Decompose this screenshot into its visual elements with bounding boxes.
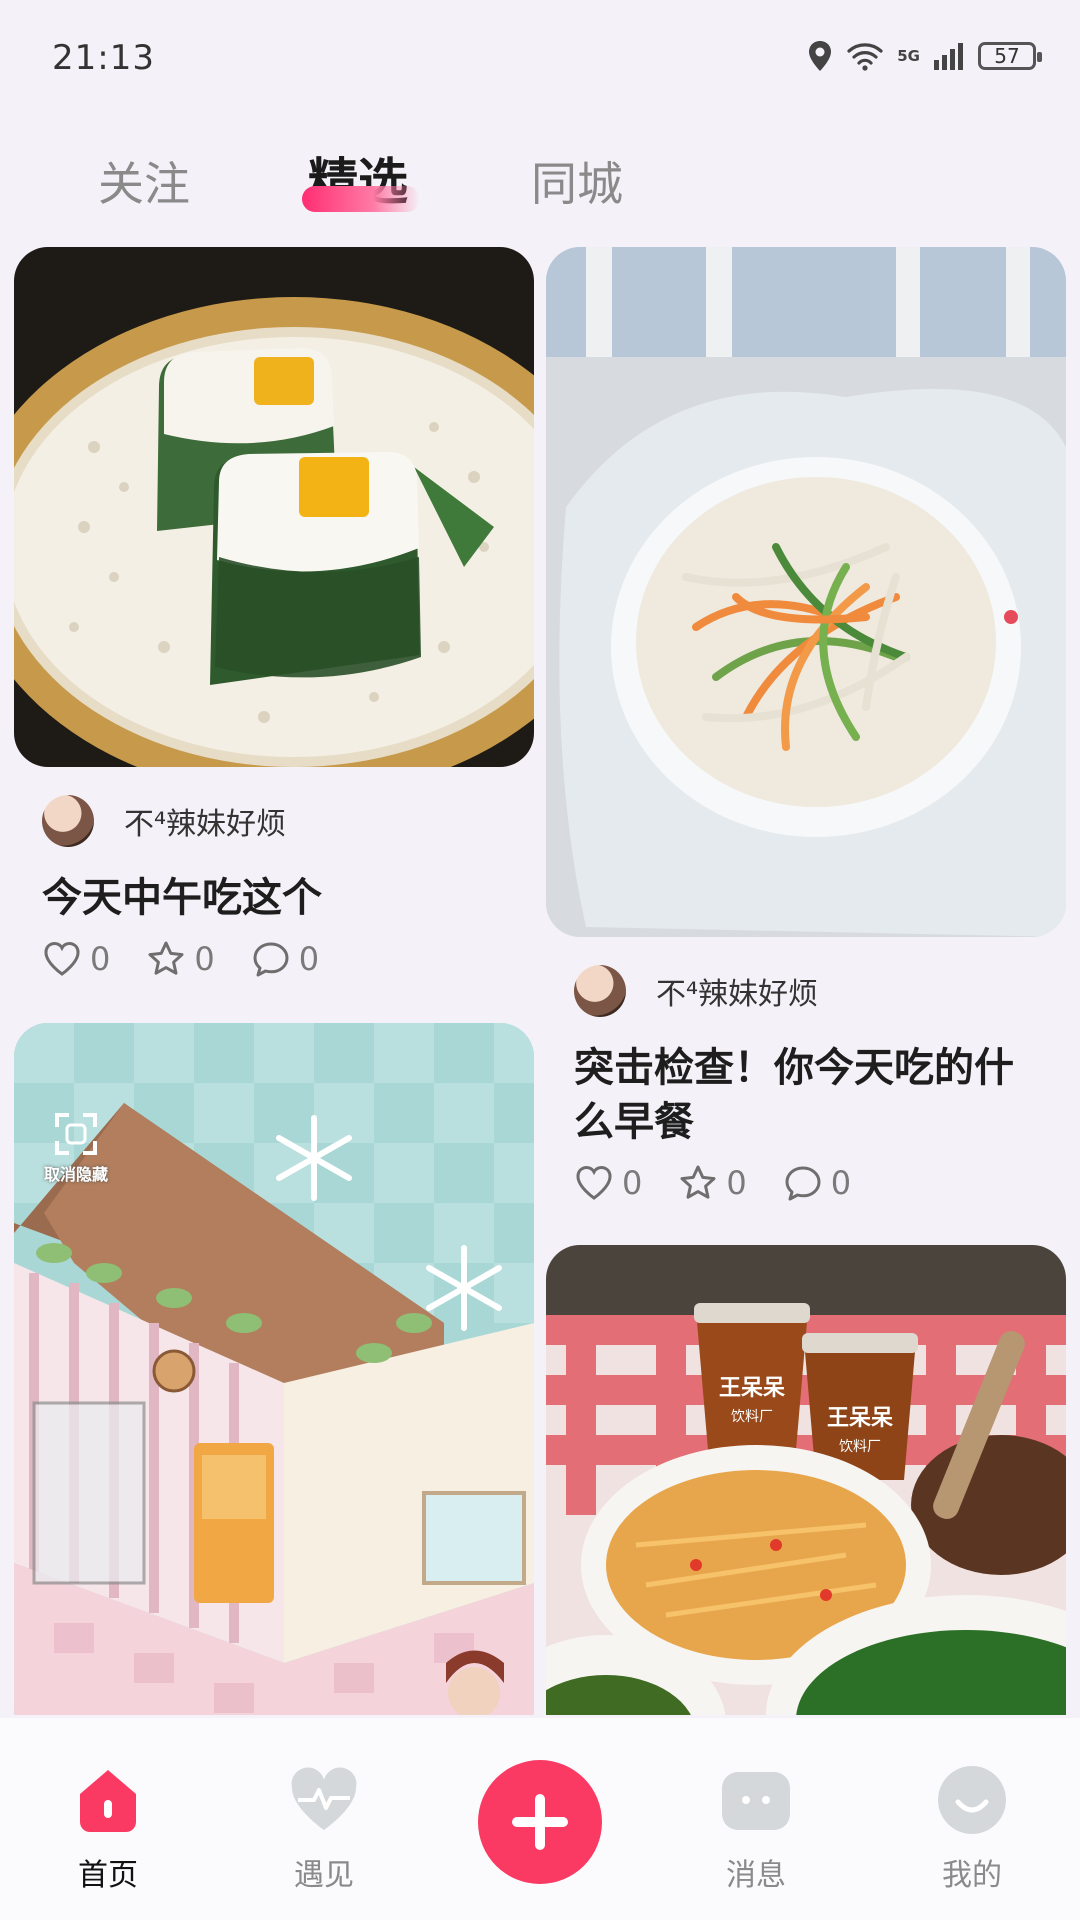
- star-icon: [680, 1165, 716, 1199]
- avatar[interactable]: [574, 965, 626, 1017]
- favorite-count: 0: [194, 940, 215, 978]
- status-bar: 21:13 5G 57: [0, 0, 1080, 110]
- author-name[interactable]: 不⁴辣妹好烦: [656, 969, 818, 1013]
- unhide-overlay[interactable]: 取消隐藏: [26, 1111, 126, 1185]
- home-icon: [80, 1770, 136, 1832]
- post-image[interactable]: [14, 247, 534, 767]
- unhide-label: 取消隐藏: [43, 1165, 108, 1184]
- cup-sublabel: 饮料厂: [731, 1409, 773, 1425]
- status-icons: 5G 57: [807, 40, 1042, 72]
- author-name[interactable]: 不⁴辣妹好烦: [124, 799, 286, 843]
- profile-icon: [938, 1766, 1006, 1834]
- like-button[interactable]: 0: [42, 939, 110, 979]
- favorite-count: 0: [726, 1164, 747, 1202]
- comment-count: 0: [298, 940, 320, 978]
- avatar[interactable]: [42, 795, 94, 847]
- post-title[interactable]: 今天中午吃这个: [42, 871, 506, 925]
- signal-icon: [934, 43, 963, 70]
- post-image[interactable]: 王呆呆 饮料厂 王呆呆 饮料厂: [546, 1245, 1066, 1715]
- like-button[interactable]: 0: [574, 1163, 642, 1203]
- nav-label: 我的: [942, 1858, 1002, 1893]
- active-tab-indicator: [302, 186, 420, 212]
- message-icon: [722, 1772, 790, 1830]
- cup-sublabel: 饮料厂: [839, 1439, 881, 1455]
- comment-icon: [785, 1166, 821, 1201]
- post-card-3[interactable]: 取消隐藏: [14, 1023, 534, 1715]
- heart-icon: [44, 941, 80, 976]
- nav-label: 首页: [78, 1858, 138, 1893]
- heart-icon: [576, 1165, 612, 1200]
- cup-label: 王呆呆: [827, 1406, 893, 1431]
- plus-icon: [512, 1794, 568, 1850]
- post-stats: 0 0 0: [574, 1163, 1066, 1203]
- expand-frame-icon: [55, 1113, 97, 1155]
- comment-count: 0: [830, 1164, 852, 1202]
- comment-icon: [253, 942, 289, 977]
- location-icon: [809, 41, 832, 71]
- nav-label: 消息: [726, 1858, 786, 1893]
- star-icon: [148, 941, 184, 975]
- nav-messages[interactable]: 消息: [696, 1764, 816, 1894]
- post-author[interactable]: 不⁴辣妹好烦: [42, 795, 534, 847]
- like-count: 0: [90, 940, 111, 978]
- tab-follow[interactable]: 关注: [98, 148, 190, 214]
- favorite-button[interactable]: 0: [146, 939, 215, 979]
- heartbeat-icon: [291, 1767, 357, 1830]
- nav-profile[interactable]: 我的: [912, 1764, 1032, 1894]
- post-image[interactable]: [546, 247, 1066, 937]
- nav-home[interactable]: 首页: [48, 1764, 168, 1894]
- post-author[interactable]: 不⁴辣妹好烦: [574, 965, 1066, 1017]
- battery-icon: 57: [978, 42, 1042, 70]
- create-post-button[interactable]: [478, 1760, 602, 1884]
- battery-level: 57: [994, 44, 1020, 68]
- like-count: 0: [622, 1164, 643, 1202]
- favorite-button[interactable]: 0: [678, 1163, 747, 1203]
- wifi-icon: [847, 43, 883, 71]
- food-photo-noodles: [546, 247, 1066, 937]
- tab-local[interactable]: 同城: [531, 148, 623, 214]
- post-card-2[interactable]: 不⁴辣妹好烦 突击检查！你今天吃的什么早餐 0 0 0: [546, 247, 1066, 1203]
- feed: 不⁴辣妹好烦 今天中午吃这个 0 0 0 取消隐藏 不⁴辣妹好烦 突击检查！你今…: [0, 245, 1080, 1715]
- network-type: 5G: [897, 47, 920, 65]
- post-title[interactable]: 突击检查！你今天吃的什么早餐: [574, 1041, 1038, 1149]
- top-tabs: 关注 精选 同城: [0, 140, 1080, 230]
- nav-meet[interactable]: 遇见: [264, 1764, 384, 1894]
- comment-button[interactable]: 0: [783, 1163, 851, 1203]
- bottom-nav: 首页 遇见 消息 我的: [0, 1718, 1080, 1920]
- food-photo-pudding: [14, 247, 534, 767]
- comment-button[interactable]: 0: [251, 939, 319, 979]
- post-card-1[interactable]: 不⁴辣妹好烦 今天中午吃这个 0 0 0: [14, 247, 534, 979]
- post-stats: 0 0 0: [42, 939, 534, 979]
- cup-label: 王呆呆: [719, 1376, 785, 1401]
- post-image[interactable]: 取消隐藏: [14, 1023, 534, 1715]
- nav-label: 遇见: [294, 1858, 354, 1893]
- food-photo-table: 王呆呆 饮料厂 王呆呆 饮料厂: [546, 1245, 1066, 1715]
- post-card-4[interactable]: 王呆呆 饮料厂 王呆呆 饮料厂: [546, 1245, 1066, 1715]
- status-time: 21:13: [52, 38, 155, 78]
